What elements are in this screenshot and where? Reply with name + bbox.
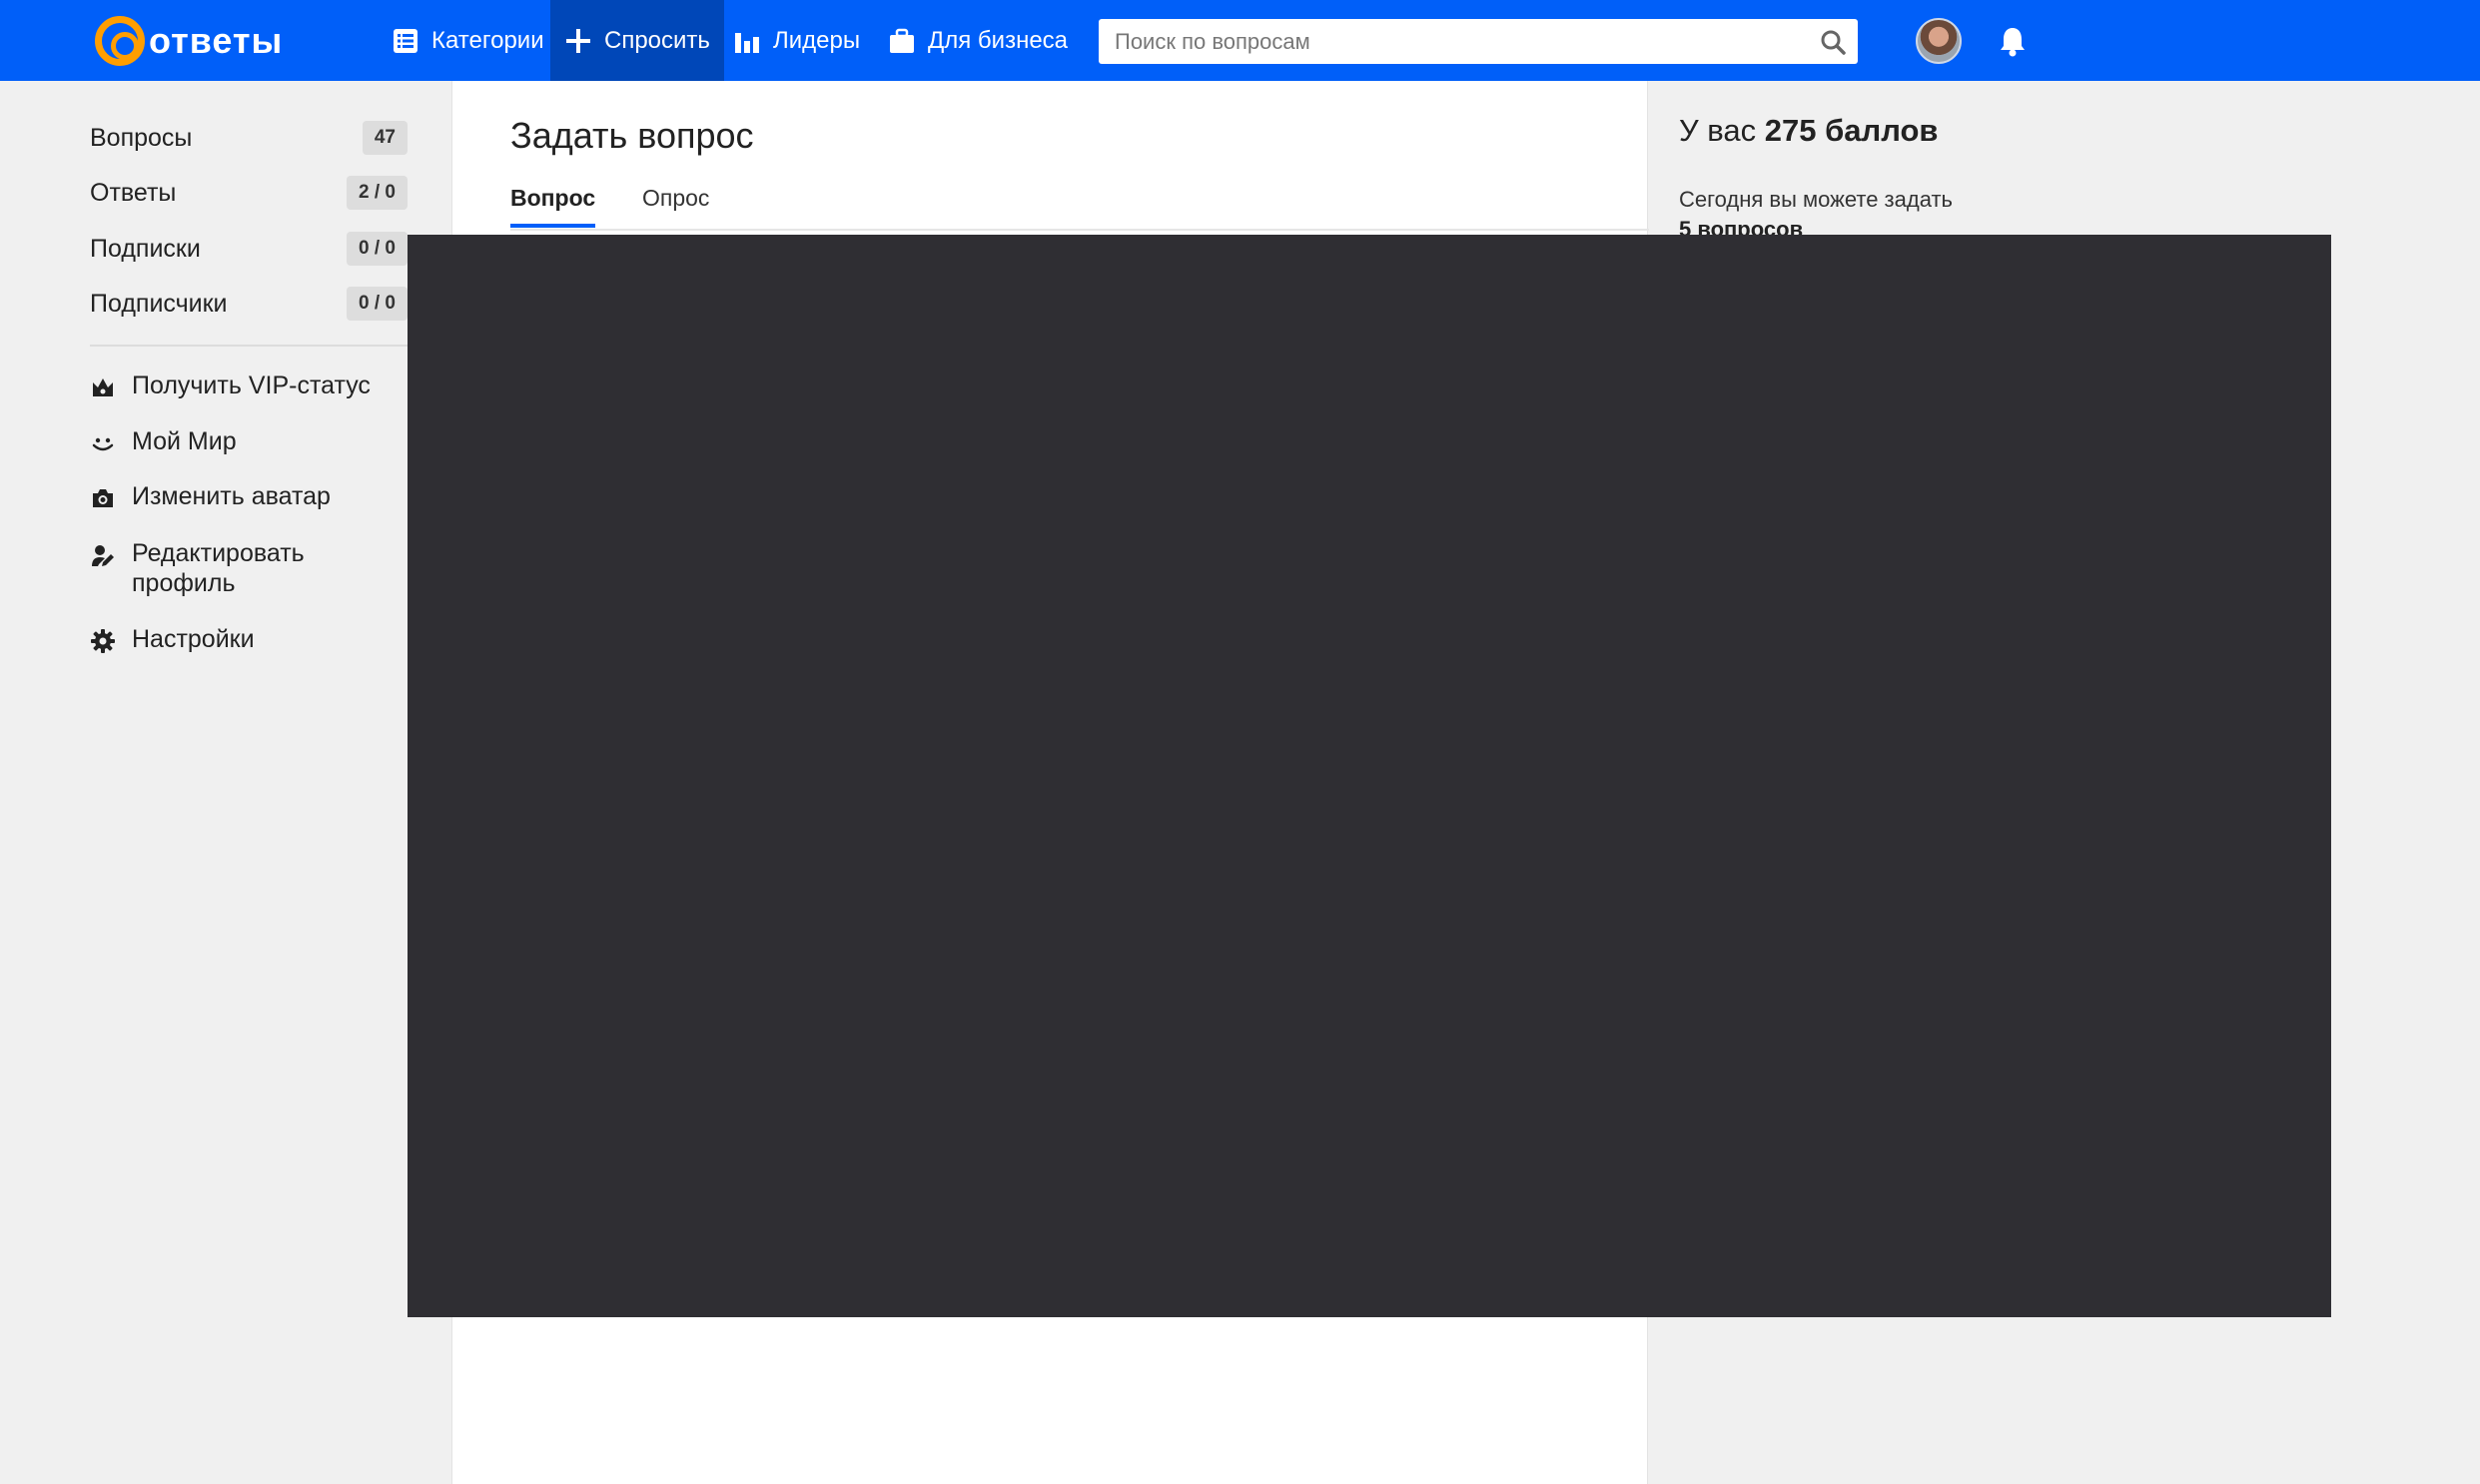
stat-subscriptions[interactable]: Подписки 0 / 0 — [90, 229, 408, 269]
stat-badge: 0 / 0 — [347, 287, 408, 321]
notifications-button[interactable] — [1996, 24, 2030, 58]
menu-my-world[interactable]: Мой Мир — [90, 426, 408, 456]
stat-subscribers[interactable]: Подписчики 0 / 0 — [90, 284, 408, 324]
stat-questions[interactable]: Вопросы 47 — [90, 118, 408, 158]
menu-edit-profile[interactable]: Редактировать профиль — [90, 538, 350, 598]
list-icon — [394, 28, 417, 53]
sidebar-divider — [90, 345, 408, 347]
user-avatar[interactable] — [1916, 18, 1962, 64]
today-text: Сегодня вы можете задать — [1679, 187, 1954, 212]
menu-label: Изменить аватар — [132, 482, 331, 510]
points-value: 275 баллов — [1764, 113, 1939, 148]
nav-categories[interactable]: Категории — [378, 0, 558, 81]
menu-label: Получить VIP-статус — [132, 371, 371, 399]
menu-label: Мой Мир — [132, 427, 237, 455]
search-box — [1099, 19, 1858, 64]
nav-leaders-label: Лидеры — [773, 26, 861, 54]
stat-label: Подписчики — [90, 289, 228, 318]
edit-profile-icon — [92, 545, 114, 566]
bar-chart-icon — [735, 32, 759, 53]
nav-ask-label: Спросить — [604, 26, 710, 54]
stat-badge: 2 / 0 — [347, 176, 408, 210]
search-icon — [1821, 30, 1846, 55]
stat-label: Подписки — [90, 234, 201, 263]
at-logo-icon — [95, 16, 145, 66]
stat-label: Ответы — [90, 178, 177, 207]
bell-icon — [2001, 28, 2025, 57]
stat-badge: 47 — [362, 121, 408, 155]
logo[interactable]: ответы — [95, 16, 283, 66]
stat-label: Вопросы — [90, 123, 193, 152]
nav-leaders[interactable]: Лидеры — [719, 0, 874, 81]
plus-icon — [566, 28, 590, 53]
logo-text: ответы — [149, 20, 284, 61]
nav-business-label: Для бизнеса — [928, 26, 1069, 54]
menu-label: Редактировать профиль — [132, 539, 305, 597]
nav-categories-label: Категории — [431, 26, 544, 54]
page-title: Задать вопрос — [510, 115, 754, 156]
nav-ask[interactable]: Спросить — [550, 0, 724, 81]
dark-overlay-panel — [408, 235, 2331, 1317]
briefcase-icon — [890, 28, 914, 53]
gear-icon — [91, 629, 115, 653]
tab-poll[interactable]: Опрос — [642, 185, 709, 224]
crown-icon — [93, 378, 113, 396]
points-summary: У вас 275 баллов — [1679, 113, 1939, 149]
tab-question[interactable]: Вопрос — [510, 185, 596, 228]
stat-badge: 0 / 0 — [347, 232, 408, 266]
my-world-icon — [92, 437, 114, 451]
tabs-divider — [510, 229, 1649, 231]
points-prefix: У вас — [1679, 113, 1757, 148]
menu-vip[interactable]: Получить VIP-статус — [90, 371, 408, 400]
top-bar: ответы Категории Спросить Лидеры Для биз… — [0, 0, 2480, 81]
search-button[interactable] — [1808, 19, 1858, 64]
search-input[interactable] — [1099, 19, 1808, 64]
nav-business[interactable]: Для бизнеса — [874, 0, 1082, 81]
menu-change-avatar[interactable]: Изменить аватар — [90, 481, 408, 511]
menu-settings[interactable]: Настройки — [90, 624, 408, 654]
menu-label: Настройки — [132, 625, 255, 653]
stat-answers[interactable]: Ответы 2 / 0 — [90, 173, 408, 213]
camera-icon — [93, 489, 113, 507]
